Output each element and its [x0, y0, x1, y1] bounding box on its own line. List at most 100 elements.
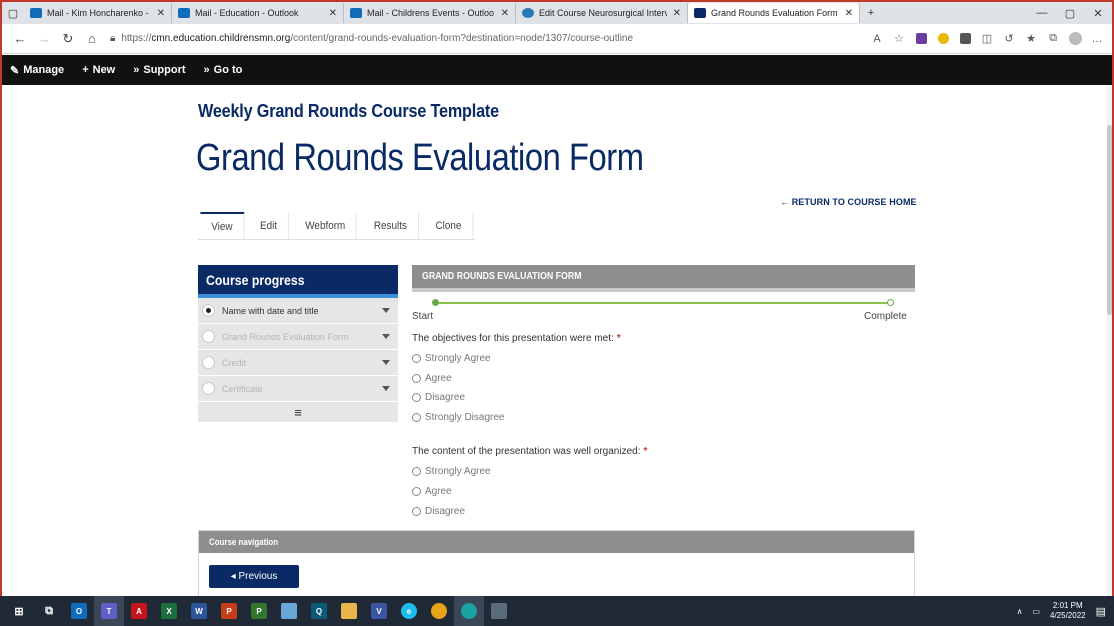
radio-option[interactable]: Strongly Agree: [412, 466, 491, 477]
radio-button[interactable]: [412, 354, 421, 363]
browser-tab-title: Mail - Childrens Events - Outloo: [367, 8, 495, 18]
tab-results[interactable]: Results: [363, 212, 419, 240]
previous-button[interactable]: ◂ Previous: [209, 565, 299, 588]
close-window-icon[interactable]: ✕: [1084, 2, 1112, 24]
return-to-course-link[interactable]: ← RETURN TO COURSE HOME: [780, 197, 917, 207]
radio-button[interactable]: [412, 413, 421, 422]
admin-new[interactable]: + New: [82, 64, 115, 76]
word-icon[interactable]: W: [184, 596, 214, 626]
url-scheme: https://: [121, 33, 152, 44]
close-icon[interactable]: ✕: [157, 8, 165, 19]
back-icon[interactable]: ←: [8, 27, 32, 51]
tab-clone[interactable]: Clone: [424, 212, 473, 240]
close-icon[interactable]: ✕: [845, 8, 853, 19]
new-tab-icon[interactable]: +: [860, 2, 882, 24]
calculator-icon[interactable]: [484, 596, 514, 626]
system-tray: ∧ ▭ 2:01 PM 4/25/2022 ▤: [1017, 596, 1106, 626]
edge-icon[interactable]: [454, 596, 484, 626]
radio-option[interactable]: Disagree: [412, 506, 465, 517]
collections-icon[interactable]: ⧉: [1042, 28, 1064, 50]
chevron-down-icon[interactable]: [382, 386, 390, 391]
browser-tab-4[interactable]: Edit Course Neurosurgical Interv ✕: [516, 3, 688, 23]
outlook-icon: [30, 8, 42, 18]
tab-view[interactable]: View: [200, 212, 245, 240]
radio-option[interactable]: Disagree: [412, 392, 465, 403]
progress-item[interactable]: Grand Rounds Evaluation Form: [198, 324, 398, 350]
radio-option[interactable]: Agree: [412, 373, 452, 384]
double-chevron-icon: »: [133, 64, 140, 76]
minimize-icon[interactable]: —: [1028, 2, 1056, 24]
extension-icon[interactable]: [910, 28, 932, 50]
split-screen-icon[interactable]: ◫: [976, 28, 998, 50]
progress-item[interactable]: Certificate: [198, 376, 398, 402]
radio-option[interactable]: Strongly Disagree: [412, 412, 504, 423]
chevron-up-icon[interactable]: ∧: [1017, 607, 1023, 616]
extension-icon[interactable]: [954, 28, 976, 50]
form-heading: GRAND ROUNDS EVALUATION FORM: [412, 265, 915, 292]
course-navigation-heading: Course navigation: [199, 531, 914, 553]
tab-webform[interactable]: Webform: [294, 212, 357, 240]
read-aloud-icon[interactable]: A: [866, 28, 888, 50]
tab-actions-icon[interactable]: ▢: [2, 2, 24, 24]
outlook-icon[interactable]: O: [64, 596, 94, 626]
admin-support[interactable]: » Support: [133, 64, 185, 76]
excel-icon[interactable]: X: [154, 596, 184, 626]
browser-tab-title: Mail - Kim Honcharenko - Outlo: [47, 8, 151, 18]
chevron-down-icon[interactable]: [382, 308, 390, 313]
browser-tab-1[interactable]: Mail - Kim Honcharenko - Outlo ✕: [24, 3, 172, 23]
search-app-icon[interactable]: Q: [304, 596, 334, 626]
chevron-down-icon[interactable]: [382, 360, 390, 365]
chevron-down-icon[interactable]: [382, 334, 390, 339]
project-icon[interactable]: P: [244, 596, 274, 626]
internet-explorer-icon[interactable]: e: [394, 596, 424, 626]
notifications-icon[interactable]: ▤: [1096, 605, 1106, 618]
browser-tab-title: Mail - Education - Outlook: [195, 8, 299, 18]
radio-option[interactable]: Strongly Agree: [412, 353, 491, 364]
powerpoint-icon[interactable]: P: [214, 596, 244, 626]
progress-start-label: Start: [412, 311, 434, 322]
browser-tab-2[interactable]: Mail - Education - Outlook ✕: [172, 3, 344, 23]
more-menu-icon[interactable]: …: [1086, 28, 1108, 50]
forward-icon[interactable]: →: [32, 27, 56, 51]
close-icon[interactable]: ✕: [673, 8, 681, 19]
url-field[interactable]: 🔒︎ https://cmn.education.childrensmn.org…: [110, 33, 666, 44]
clock[interactable]: 2:01 PM 4/25/2022: [1050, 601, 1086, 621]
refresh-extension-icon[interactable]: ↺: [998, 28, 1020, 50]
tab-edit[interactable]: Edit: [249, 212, 289, 240]
restore-icon[interactable]: ▢: [1056, 2, 1084, 24]
profile-avatar-icon[interactable]: [1064, 28, 1086, 50]
menu-icon[interactable]: ≡: [198, 402, 398, 422]
radio-button[interactable]: [412, 374, 421, 383]
admin-manage[interactable]: ✎ Manage: [10, 64, 64, 77]
radio-option[interactable]: Agree: [412, 486, 452, 497]
chat-icon[interactable]: [274, 596, 304, 626]
browser-tab-3[interactable]: Mail - Childrens Events - Outloo ✕: [344, 3, 516, 23]
close-icon[interactable]: ✕: [329, 8, 337, 19]
home-icon[interactable]: ⌂: [80, 27, 104, 51]
scrollbar-thumb[interactable]: [1107, 125, 1112, 315]
progress-item[interactable]: Name with date and title: [198, 298, 398, 324]
radio-button[interactable]: [412, 487, 421, 496]
favorites-icon[interactable]: ★: [1020, 28, 1042, 50]
windows-start-icon[interactable]: ⊞: [4, 596, 34, 626]
close-icon[interactable]: ✕: [501, 8, 509, 19]
teams-icon[interactable]: T: [94, 596, 124, 626]
radio-button[interactable]: [412, 393, 421, 402]
course-title[interactable]: Weekly Grand Rounds Course Template: [198, 101, 499, 122]
favorite-star-icon[interactable]: ☆: [888, 28, 910, 50]
task-view-icon[interactable]: ⧉: [34, 596, 64, 626]
admin-goto[interactable]: » Go to: [204, 64, 243, 76]
radio-button[interactable]: [412, 467, 421, 476]
battery-icon[interactable]: ▭: [1032, 607, 1040, 616]
page-scrollbar[interactable]: [1107, 85, 1112, 596]
file-explorer-icon[interactable]: [334, 596, 364, 626]
refresh-icon[interactable]: ↻: [56, 27, 80, 51]
acrobat-icon[interactable]: A: [124, 596, 154, 626]
progress-item[interactable]: Credit: [198, 350, 398, 376]
visio-icon[interactable]: V: [364, 596, 394, 626]
admin-goto-label: Go to: [213, 64, 243, 76]
chrome-icon[interactable]: [424, 596, 454, 626]
browser-tab-5[interactable]: Grand Rounds Evaluation Form | ✕: [688, 3, 860, 23]
extension-icon[interactable]: [932, 28, 954, 50]
radio-button[interactable]: [412, 507, 421, 516]
